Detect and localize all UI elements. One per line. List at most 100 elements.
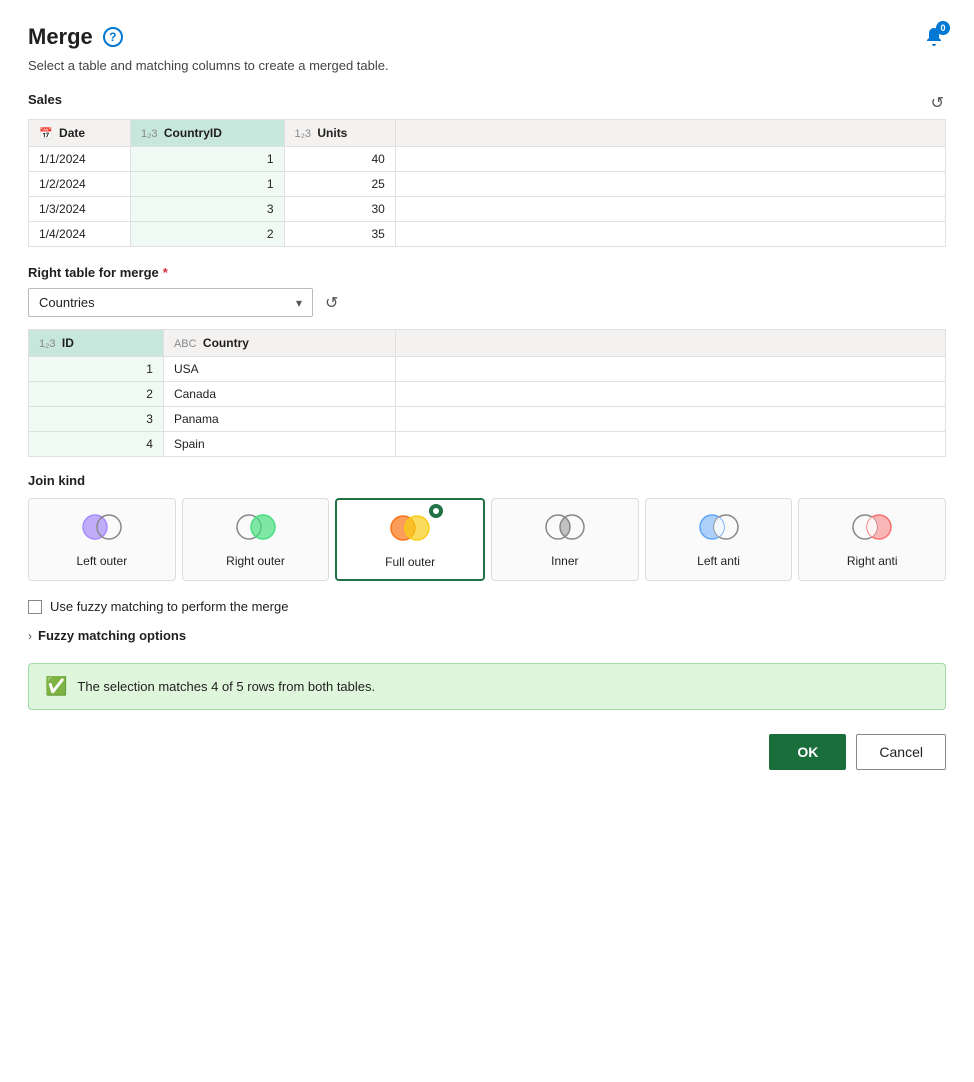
join-card-inner-icon-wrap — [540, 511, 590, 546]
fuzzy-checkbox-row: Use fuzzy matching to perform the merge — [28, 599, 946, 614]
full-outer-venn-icon — [385, 512, 435, 544]
join-card-right-outer-icon-wrap — [231, 511, 281, 546]
countries-col-country-label: Country — [203, 336, 249, 350]
table-row: 3 Panama — [29, 407, 946, 432]
sales-row3-date: 1/3/2024 — [29, 197, 131, 222]
merge-dialog: Merge ? 0 Select a table and matching co… — [0, 0, 974, 1082]
join-kind-section: Join kind Left outer — [28, 473, 946, 581]
right-table-label-text: Right table for merge — [28, 265, 159, 280]
countries-row2-country: Canada — [163, 382, 395, 407]
sales-row4-date: 1/4/2024 — [29, 222, 131, 247]
dialog-header: Merge ? 0 — [28, 24, 946, 50]
join-card-right-anti-label: Right anti — [847, 554, 898, 568]
calendar-icon: 📅 — [39, 128, 53, 140]
countries-row3-id: 3 — [29, 407, 164, 432]
sales-row3-countryid: 3 — [131, 197, 284, 222]
join-card-left-anti[interactable]: Left anti — [645, 498, 793, 581]
success-checkmark-icon: ✅ — [45, 676, 67, 697]
dialog-subtitle: Select a table and matching columns to c… — [28, 58, 946, 73]
dropdown-row: Countries ▾ ↺ — [28, 288, 946, 317]
countries-col-country[interactable]: ABC Country — [163, 330, 395, 357]
123-icon-countryid: 1₂3 — [141, 128, 158, 140]
join-card-right-anti[interactable]: Right anti — [798, 498, 946, 581]
join-card-full-outer-icon-wrap — [385, 512, 435, 547]
left-anti-venn-icon — [694, 511, 744, 543]
join-card-left-anti-label: Left anti — [697, 554, 740, 568]
sales-row1-countryid: 1 — [131, 147, 284, 172]
sales-row2-countryid: 1 — [131, 172, 284, 197]
right-table-dropdown[interactable]: Countries ▾ — [28, 288, 313, 317]
sales-col-units[interactable]: 1₂3 Units — [284, 120, 395, 147]
footer-buttons: OK Cancel — [28, 734, 946, 770]
fuzzy-options-row[interactable]: › Fuzzy matching options — [28, 628, 946, 643]
sales-row1-units: 40 — [284, 147, 395, 172]
fuzzy-options-label: Fuzzy matching options — [38, 628, 186, 643]
left-outer-venn-icon — [77, 511, 127, 543]
table-row: 1 USA — [29, 357, 946, 382]
join-card-left-outer-label: Left outer — [76, 554, 127, 568]
table-row: 1/4/2024 2 35 — [29, 222, 946, 247]
countries-row3-empty — [395, 407, 945, 432]
sales-col-empty — [395, 120, 945, 147]
sales-row1-empty — [395, 147, 945, 172]
countries-table-header: 1₂3 ID ABC Country — [29, 330, 946, 357]
dropdown-value: Countries — [39, 295, 95, 310]
countries-col-id-label: ID — [62, 336, 74, 350]
right-outer-venn-icon — [231, 511, 281, 543]
fuzzy-matching-checkbox[interactable] — [28, 600, 42, 614]
join-card-right-outer-label: Right outer — [226, 554, 285, 568]
right-anti-venn-icon — [847, 511, 897, 543]
sales-col-countryid[interactable]: 1₂3 CountryID — [131, 120, 284, 147]
dialog-title: Merge — [28, 24, 93, 50]
sales-col-units-label: Units — [317, 126, 347, 140]
sales-table-section: Sales ↺ 📅 Date 1₂3 CountryID 1₂3 Units — [28, 91, 946, 247]
table-row: 1/1/2024 1 40 — [29, 147, 946, 172]
join-card-left-outer[interactable]: Left outer — [28, 498, 176, 581]
notification-badge: 0 — [936, 21, 950, 35]
right-table-label-row: Right table for merge * — [28, 265, 946, 280]
join-card-inner-label: Inner — [551, 554, 578, 568]
123-icon-units: 1₂3 — [295, 128, 312, 140]
countries-row4-country: Spain — [163, 432, 395, 457]
table-row: 2 Canada — [29, 382, 946, 407]
join-card-inner[interactable]: Inner — [491, 498, 639, 581]
help-icon[interactable]: ? — [103, 27, 123, 47]
inner-venn-icon — [540, 511, 590, 543]
sales-row3-units: 30 — [284, 197, 395, 222]
success-message: The selection matches 4 of 5 rows from b… — [77, 679, 375, 694]
sales-col-countryid-label: CountryID — [164, 126, 222, 140]
success-banner: ✅ The selection matches 4 of 5 rows from… — [28, 663, 946, 710]
join-cards-container: Left outer Right outer — [28, 498, 946, 581]
sales-table-header: 📅 Date 1₂3 CountryID 1₂3 Units — [29, 120, 946, 147]
sales-row3-empty — [395, 197, 945, 222]
right-table-refresh-button[interactable]: ↺ — [323, 291, 340, 315]
table-row: 1/2/2024 1 25 — [29, 172, 946, 197]
ok-button[interactable]: OK — [769, 734, 846, 770]
sales-table-label: Sales — [28, 92, 62, 107]
sales-col-date[interactable]: 📅 Date — [29, 120, 131, 147]
join-card-left-outer-icon-wrap — [77, 511, 127, 546]
table-row: 1/3/2024 3 30 — [29, 197, 946, 222]
notification-icon[interactable]: 0 — [922, 25, 946, 49]
sales-row2-units: 25 — [284, 172, 395, 197]
sales-row2-date: 1/2/2024 — [29, 172, 131, 197]
countries-row1-empty — [395, 357, 945, 382]
join-card-full-outer[interactable]: Full outer — [335, 498, 485, 581]
countries-col-empty — [395, 330, 945, 357]
required-star: * — [163, 265, 168, 280]
countries-table: 1₂3 ID ABC Country 1 USA 2 — [28, 329, 946, 457]
abc-icon-country: ABC — [174, 338, 197, 350]
join-card-right-anti-icon-wrap — [847, 511, 897, 546]
sales-col-date-label: Date — [59, 126, 85, 140]
countries-col-id[interactable]: 1₂3 ID — [29, 330, 164, 357]
chevron-right-icon: › — [28, 629, 32, 643]
sales-refresh-button[interactable]: ↺ — [929, 91, 946, 115]
join-card-right-outer[interactable]: Right outer — [182, 498, 330, 581]
countries-row4-id: 4 — [29, 432, 164, 457]
sales-row4-empty — [395, 222, 945, 247]
countries-row3-country: Panama — [163, 407, 395, 432]
sales-row1-date: 1/1/2024 — [29, 147, 131, 172]
chevron-down-icon: ▾ — [296, 296, 302, 310]
cancel-button[interactable]: Cancel — [856, 734, 946, 770]
sales-row2-empty — [395, 172, 945, 197]
